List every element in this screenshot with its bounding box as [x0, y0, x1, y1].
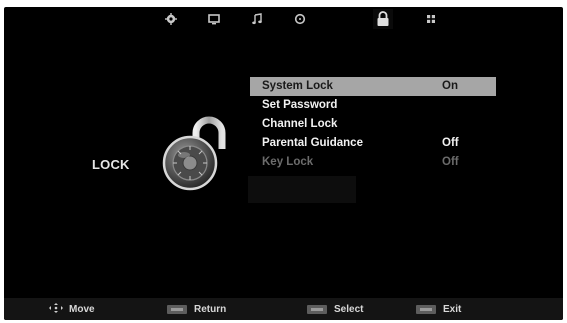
- lock-menu: System Lock On Set Password Channel Lock…: [250, 77, 496, 172]
- tv-osd-screen: LOCK System Lock On Set Password Channel…: [4, 7, 563, 320]
- hint-return: Return: [167, 302, 226, 316]
- clock-icon[interactable]: [290, 9, 310, 29]
- hint-move-label: Move: [69, 303, 95, 315]
- menu-item-label: Set Password: [262, 99, 338, 111]
- hint-exit: Exit: [416, 302, 461, 316]
- hint-select: Select: [307, 302, 363, 316]
- menu-item-system-lock[interactable]: System Lock On: [250, 77, 496, 96]
- menu-item-value: On: [442, 80, 458, 92]
- footer-key-hints: Move Return Select Exit: [4, 298, 563, 320]
- enter-key-icon: [307, 304, 327, 314]
- menu-item-value: Off: [442, 156, 459, 168]
- section-title: LOCK: [92, 157, 130, 172]
- menu-empty-slot: [248, 176, 356, 203]
- padlock-icon: [162, 115, 232, 193]
- menu-item-key-lock: Key Lock Off: [250, 153, 496, 172]
- menu-item-label: Channel Lock: [262, 118, 338, 130]
- menu-item-label: Parental Guidance: [262, 137, 363, 149]
- music-icon[interactable]: [247, 9, 267, 29]
- menu-item-label: System Lock: [262, 80, 333, 92]
- move-arrows-icon: [49, 302, 63, 316]
- menu-item-set-password[interactable]: Set Password: [250, 96, 496, 115]
- hint-exit-label: Exit: [443, 303, 462, 315]
- hint-select-label: Select: [334, 303, 364, 315]
- exit-key-icon: [416, 304, 436, 314]
- menu-item-value: Off: [442, 137, 459, 149]
- menu-key-icon: [167, 304, 187, 314]
- top-nav: [4, 7, 563, 33]
- screen-icon[interactable]: [204, 9, 224, 29]
- hint-move: Move: [49, 302, 95, 316]
- hint-return-label: Return: [194, 303, 227, 315]
- menu-item-parental-guidance[interactable]: Parental Guidance Off: [250, 134, 496, 153]
- menu-item-label: Key Lock: [262, 156, 314, 168]
- lock-icon[interactable]: [373, 9, 393, 29]
- setup-icon[interactable]: [421, 9, 441, 29]
- picture-icon[interactable]: [161, 9, 181, 29]
- menu-item-channel-lock[interactable]: Channel Lock: [250, 115, 496, 134]
